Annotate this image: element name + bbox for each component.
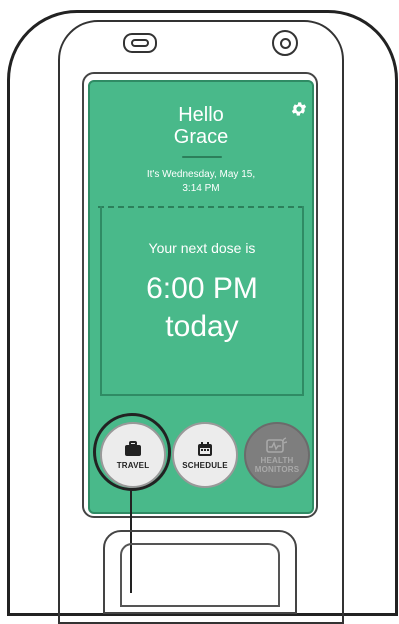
next-dose-label: Your next dose is bbox=[148, 240, 256, 256]
greeting-name: Grace bbox=[173, 126, 229, 148]
next-dose-time: 6:00 PM bbox=[146, 272, 258, 305]
health-monitor-icon bbox=[266, 436, 288, 453]
time-line: 3:14 PM bbox=[182, 183, 220, 194]
date-line-1: It's Wednesday, May 15, bbox=[146, 169, 256, 180]
health-label-line-1: HEALTH bbox=[260, 455, 294, 465]
schedule-label: SCHEDULE bbox=[182, 460, 228, 470]
speaker-slot-icon bbox=[123, 33, 157, 53]
camera-sensor-icon bbox=[272, 30, 298, 56]
calendar-icon bbox=[198, 441, 212, 456]
callout-circle bbox=[93, 413, 171, 491]
health-label-line-2: MONITORS bbox=[254, 464, 300, 474]
current-datetime: It's Wednesday, May 15, 3:14 PM bbox=[90, 168, 312, 196]
greeting-divider bbox=[182, 156, 222, 158]
health-monitors-button[interactable]: HEALTH MONITORS bbox=[244, 422, 310, 488]
greeting: Hello Grace bbox=[90, 104, 312, 148]
lower-panel-inner bbox=[120, 543, 280, 607]
greeting-line-1: Hello bbox=[178, 104, 224, 126]
schedule-button[interactable]: SCHEDULE bbox=[172, 422, 238, 488]
next-dose-panel: Your next dose is 6:00 PM today bbox=[100, 206, 304, 396]
device: Hello Grace It's Wednesday, May 15, 3:14… bbox=[0, 0, 399, 624]
gear-icon[interactable] bbox=[290, 100, 308, 118]
next-dose-day: today bbox=[165, 310, 239, 343]
